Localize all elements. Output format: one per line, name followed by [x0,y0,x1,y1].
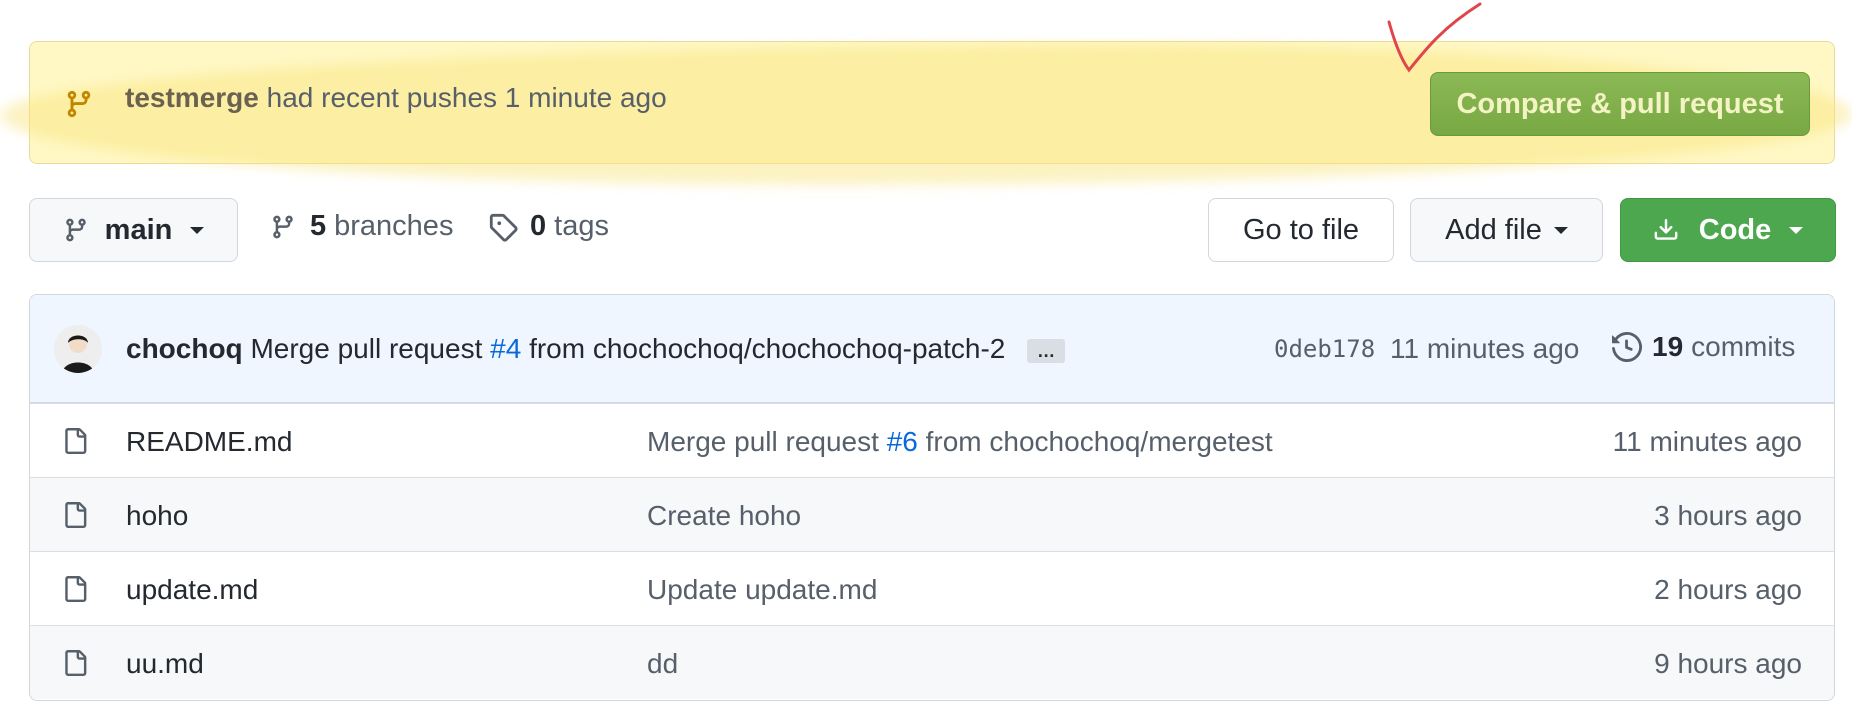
file-name[interactable]: uu.md [126,648,204,680]
file-commit-time: 3 hours ago [1654,500,1802,531]
branch-label: main [104,213,173,246]
file-commit-message: Create hoho [647,500,801,532]
tags-label: tags [554,210,609,242]
git-branch-icon [65,218,86,242]
avatar[interactable] [54,325,102,373]
branches-label: branches [334,210,454,242]
file-commit-message: Merge pull request #6 from chochochoq/me… [647,426,1273,458]
banner-text: had recent pushes 1 minute ago [266,82,667,113]
commit-sha[interactable]: 0deb178 [1274,335,1375,363]
compare-pull-request-button[interactable]: Compare & pull request [1430,72,1810,136]
commit-pr-link[interactable]: #4 [490,333,521,364]
commit-author[interactable]: chochoq [126,333,243,364]
file-commit-msg-pre[interactable]: Update update.md [647,574,877,605]
add-file-button[interactable]: Add file [1410,198,1603,262]
commit-message-post[interactable]: from chochochoq/chochochoq-patch-2 [529,333,1005,364]
file-commit-msg-post[interactable]: from chochochoq/mergetest [926,426,1273,457]
chevron-down-icon [1553,226,1568,234]
file-name[interactable]: update.md [126,574,258,606]
file-commit-message: Update update.md [647,574,877,606]
expand-commit-button[interactable]: … [1027,338,1066,363]
branches-count: 5 [310,210,327,242]
commits-history-link[interactable]: 19 commits [1612,331,1795,363]
file-row[interactable]: README.md Merge pull request #6 from choc… [30,403,1834,477]
branch-selector-button[interactable]: main [29,198,238,262]
file-icon [62,500,88,535]
file-row[interactable]: uu.md dd 9 hours ago [30,625,1834,699]
git-branch-icon [273,215,293,238]
branches-link[interactable]: 5 branches [270,210,453,243]
tag-icon [489,213,518,242]
file-name[interactable]: hoho [126,500,188,532]
file-table: chochoq Merge pull request #4 from choch… [29,294,1835,701]
commits-count: 19 [1652,331,1684,362]
download-icon [1654,219,1678,240]
git-branch-icon [64,88,94,125]
code-button[interactable]: Code [1620,198,1836,262]
commits-label: commits [1691,331,1796,362]
go-to-file-button[interactable]: Go to file [1208,198,1394,262]
file-commit-time: 2 hours ago [1654,574,1802,605]
latest-commit-bar: chochoq Merge pull request #4 from choch… [30,295,1834,403]
add-file-label: Add file [1445,213,1542,246]
chevron-down-icon [1789,226,1804,234]
file-icon [62,574,88,609]
file-icon [62,648,88,683]
file-commit-time: 11 minutes ago [1612,426,1802,457]
file-name[interactable]: README.md [126,426,292,458]
latest-commit-message: chochoq Merge pull request #4 from choch… [126,333,1066,365]
file-commit-msg-pre[interactable]: dd [647,648,678,679]
file-row[interactable]: hoho Create hoho 3 hours ago [30,477,1834,551]
banner-message: testmerge had recent pushes 1 minute ago [125,82,667,114]
commit-message-pre[interactable]: Merge pull request [250,333,482,364]
banner-branch-name[interactable]: testmerge [125,82,259,113]
file-commit-msg-pre[interactable]: Merge pull request [647,426,879,457]
checkmark-annotation [1387,2,1482,73]
tags-count: 0 [530,210,547,242]
history-icon [1612,332,1642,362]
file-icon [62,426,88,461]
code-label: Code [1698,213,1772,246]
file-commit-message: dd [647,648,678,680]
file-commit-msg-pre[interactable]: Create hoho [647,500,801,531]
commit-time: 11 minutes ago [1390,333,1580,364]
file-commit-pr-link[interactable]: #6 [887,426,918,457]
file-row[interactable]: update.md Update update.md 2 hours ago [30,551,1834,625]
chevron-down-icon [190,226,205,234]
tags-link[interactable]: 0 tags [488,210,609,243]
file-commit-time: 9 hours ago [1654,648,1802,679]
